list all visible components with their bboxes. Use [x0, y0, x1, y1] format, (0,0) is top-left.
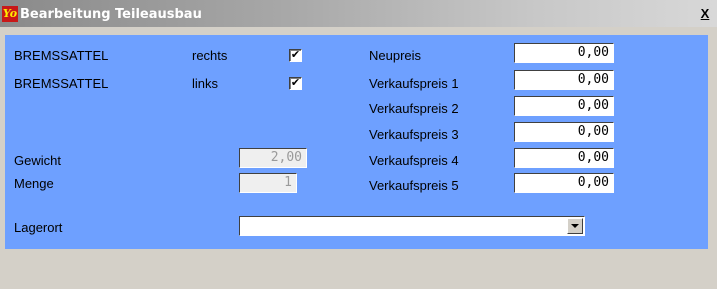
sale-price-4-label: Verkaufspreis 4	[369, 153, 459, 168]
sale-price-3-label: Verkaufspreis 3	[369, 127, 459, 142]
weight-label: Gewicht	[14, 153, 61, 168]
part-side-1: rechts	[192, 48, 228, 63]
window-title: Bearbeitung Teileausbau	[20, 7, 202, 22]
part-name-1: BREMSSATTEL	[14, 48, 109, 63]
sale-price-2-label: Verkaufspreis 2	[369, 101, 459, 116]
sale-price-4-field[interactable]: 0,00	[514, 148, 614, 168]
part-side-2: links	[192, 76, 219, 91]
sale-price-1-label: Verkaufspreis 1	[369, 76, 459, 91]
dropdown-button[interactable]	[567, 218, 583, 234]
form-panel: BREMSSATTEL rechts ✔ BREMSSATTEL links ✔…	[5, 35, 708, 249]
title-bar[interactable]: Yo Bearbeitung Teileausbau X	[0, 0, 717, 27]
app-logo-icon: Yo	[2, 6, 18, 22]
sale-price-3-field[interactable]: 0,00	[514, 122, 614, 142]
sale-price-1-field[interactable]: 0,00	[514, 70, 614, 90]
close-button[interactable]: X	[698, 7, 712, 21]
weight-field[interactable]: 2,00	[239, 148, 307, 168]
quantity-field[interactable]: 1	[239, 173, 297, 193]
sale-price-5-label: Verkaufspreis 5	[369, 178, 459, 193]
storage-label: Lagerort	[14, 220, 63, 235]
quantity-label: Menge	[14, 176, 54, 191]
sale-price-2-field[interactable]: 0,00	[514, 96, 614, 116]
new-price-field[interactable]: 0,00	[514, 43, 614, 63]
checkbox-rechts[interactable]: ✔	[289, 49, 302, 62]
new-price-label: Neupreis	[369, 48, 422, 63]
storage-dropdown[interactable]	[239, 216, 585, 236]
checkbox-links[interactable]: ✔	[289, 77, 302, 90]
chevron-down-icon	[571, 224, 579, 228]
sale-price-5-field[interactable]: 0,00	[514, 173, 614, 193]
part-name-2: BREMSSATTEL	[14, 76, 109, 91]
